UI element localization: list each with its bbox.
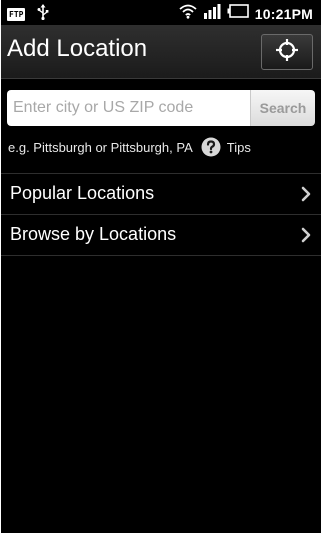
title-bar: Add Location bbox=[1, 25, 321, 79]
search-bar: Search bbox=[7, 90, 315, 126]
signal-icon bbox=[203, 3, 221, 24]
battery-icon bbox=[227, 4, 249, 23]
chevron-right-icon bbox=[301, 227, 311, 248]
example-text: e.g. Pittsburgh or Pittsburgh, PA bbox=[8, 139, 193, 155]
search-hint: e.g. Pittsburgh or Pittsburgh, PA Tips bbox=[8, 137, 251, 157]
wifi-icon bbox=[179, 3, 197, 24]
list-item-label: Popular Locations bbox=[10, 183, 155, 203]
usb-icon bbox=[37, 4, 49, 25]
screen-border bbox=[0, 533, 324, 537]
status-bar: FTP 10:21PM bbox=[1, 0, 321, 25]
locate-me-button[interactable] bbox=[261, 34, 313, 70]
search-input[interactable] bbox=[7, 90, 250, 126]
search-button[interactable]: Search bbox=[250, 90, 315, 126]
popular-locations-item[interactable]: Popular Locations bbox=[1, 174, 321, 215]
crosshair-icon bbox=[275, 38, 299, 67]
list-item-label: Browse by Locations bbox=[10, 224, 177, 244]
question-icon[interactable] bbox=[201, 137, 221, 157]
chevron-right-icon bbox=[301, 186, 311, 207]
location-menu: Popular Locations Browse by Locations bbox=[1, 173, 321, 256]
ftp-icon: FTP bbox=[7, 8, 26, 21]
browse-by-locations-item[interactable]: Browse by Locations bbox=[1, 215, 321, 256]
tips-link[interactable]: Tips bbox=[227, 140, 251, 155]
app-screen: FTP 10:21PM Add Location Enter city or U… bbox=[1, 0, 321, 533]
status-time: 10:21PM bbox=[254, 5, 313, 22]
page-title: Add Location bbox=[7, 35, 148, 62]
